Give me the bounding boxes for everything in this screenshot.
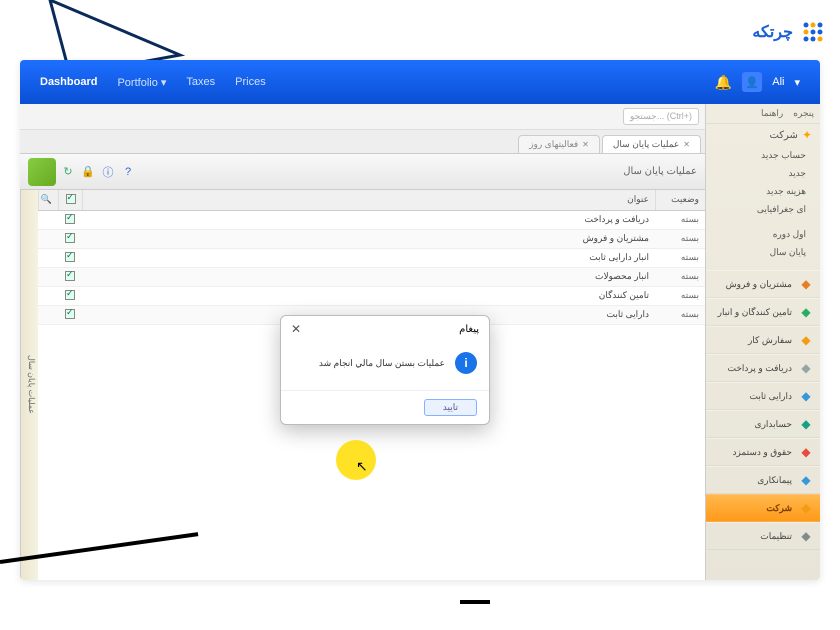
nav-icon: ◆ (798, 528, 814, 544)
toolbar-title: عملیات پایان سال (623, 166, 697, 177)
tab-active[interactable]: ✕عملیات پایان سال (602, 135, 701, 153)
vertical-tabs[interactable]: عملیات پایان سال سالهای مالی (20, 190, 38, 580)
sidebar: پنجره راهنما ✦ شرکت حساب جدید جدید هزینه… (705, 104, 820, 580)
info-icon[interactable]: ⓘ (100, 164, 116, 180)
nav-icon: ◆ (798, 444, 814, 460)
nav-icon: ◆ (798, 472, 814, 488)
nav-prices[interactable]: Prices (235, 76, 266, 88)
checkbox-icon[interactable] (65, 271, 75, 281)
nav-icon: ◆ (798, 276, 814, 292)
sidebar-nav-item[interactable]: ◆تنظیمات (706, 522, 820, 550)
user-name: Ali (772, 76, 784, 88)
bell-icon[interactable]: 🔔 (715, 74, 732, 91)
table-row[interactable]: بستهمشتریان و فروش (38, 230, 705, 249)
table-row[interactable]: بستهتامین کنندگان (38, 287, 705, 306)
sidebar-subitem[interactable]: حساب جدید (710, 148, 806, 163)
brand-icon (801, 20, 825, 44)
dialog-message: عمليات بستن سال مالي انجام شد (319, 358, 445, 369)
sidebar-subitem[interactable] (710, 220, 806, 224)
table-row[interactable]: بستهدریافت و پرداخت (38, 211, 705, 230)
lock-icon[interactable]: 🔒 (80, 164, 96, 180)
sidebar-link-help[interactable]: راهنما (761, 108, 783, 119)
sidebar-subitem[interactable]: اول دوره (710, 227, 806, 242)
sidebar-nav-item[interactable]: ◆شرکت (706, 494, 820, 522)
help-icon[interactable]: ? (120, 164, 136, 180)
brand-logo: چرتکه (752, 20, 825, 44)
checkbox-icon[interactable] (65, 233, 75, 243)
sidebar-nav-item[interactable]: ◆حقوق و دستمزد (706, 438, 820, 466)
sidebar-nav-item[interactable]: ◆پیمانکاری (706, 466, 820, 494)
close-icon[interactable]: ✕ (683, 140, 690, 149)
sidebar-subitem[interactable]: جدید (710, 166, 806, 181)
star-icon: ✦ (802, 128, 812, 142)
checkbox-icon[interactable] (66, 194, 76, 204)
nav-icon: ◆ (798, 304, 814, 320)
table-row[interactable]: بستهانبار دارایی ثابت (38, 249, 705, 268)
checkbox-icon[interactable] (65, 309, 75, 319)
table-row[interactable]: بستهانبار محصولات (38, 268, 705, 287)
brand-name: چرتکه (752, 22, 793, 42)
chevron-down-icon: ▾ (161, 77, 167, 89)
sidebar-subitem[interactable]: ای جغرافیایی (710, 202, 806, 217)
app-window: Dashboard Portfolio ▾ Taxes Prices 🔔 👤 A… (20, 60, 820, 580)
chevron-down-icon[interactable]: ▾ (794, 76, 800, 89)
checkbox-icon[interactable] (65, 214, 75, 224)
ok-button[interactable]: تایید (424, 399, 477, 416)
close-icon[interactable]: ✕ (582, 140, 589, 149)
sidebar-subitem[interactable]: پایان سال (710, 245, 806, 260)
decor-line (460, 600, 490, 604)
search-input[interactable]: جستجو... (Ctrl+) (623, 108, 699, 125)
col-status: وضعیت (655, 190, 705, 210)
tab-background[interactable]: ✕فعالیتهای روز (518, 135, 600, 153)
sidebar-subitem[interactable]: هزینه جدید (710, 184, 806, 199)
sidebar-link-window[interactable]: پنجره (793, 108, 814, 119)
sidebar-nav-item[interactable]: ◆حسابداری (706, 410, 820, 438)
col-check (58, 190, 82, 210)
cursor-icon: ↖ (356, 458, 368, 475)
col-title: عنوان (82, 190, 655, 210)
nav-portfolio[interactable]: Portfolio ▾ (117, 76, 166, 89)
checkbox-icon[interactable] (65, 290, 75, 300)
message-dialog: پیغام ✕ i عمليات بستن سال مالي انجام شد … (280, 315, 490, 425)
search-icon[interactable]: 🔍 (38, 190, 58, 210)
app-logo-icon (28, 158, 56, 186)
sidebar-nav-item[interactable]: ◆دارایی ثابت (706, 382, 820, 410)
sidebar-nav-item[interactable]: ◆مشتریان و فروش (706, 270, 820, 298)
nav-taxes[interactable]: Taxes (186, 76, 215, 88)
user-avatar-icon[interactable]: 👤 (742, 72, 762, 92)
nav-dashboard[interactable]: Dashboard (40, 76, 97, 88)
sidebar-nav-item[interactable]: ◆سفارش کار (706, 326, 820, 354)
dialog-title: پیغام (459, 324, 479, 335)
nav-icon: ◆ (798, 332, 814, 348)
nav-icon: ◆ (798, 360, 814, 376)
checkbox-icon[interactable] (65, 252, 75, 262)
close-icon[interactable]: ✕ (291, 322, 301, 336)
refresh-icon[interactable]: ↻ (60, 164, 76, 180)
info-icon: i (455, 352, 477, 374)
sidebar-section-company: شرکت (769, 130, 797, 141)
top-bar: Dashboard Portfolio ▾ Taxes Prices 🔔 👤 A… (20, 60, 820, 104)
sidebar-nav-item[interactable]: ◆دریافت و پرداخت (706, 354, 820, 382)
sidebar-nav-item[interactable]: ◆تامین کنندگان و انبار (706, 298, 820, 326)
nav-icon: ◆ (798, 388, 814, 404)
nav-icon: ◆ (798, 416, 814, 432)
nav-icon: ◆ (798, 500, 814, 516)
